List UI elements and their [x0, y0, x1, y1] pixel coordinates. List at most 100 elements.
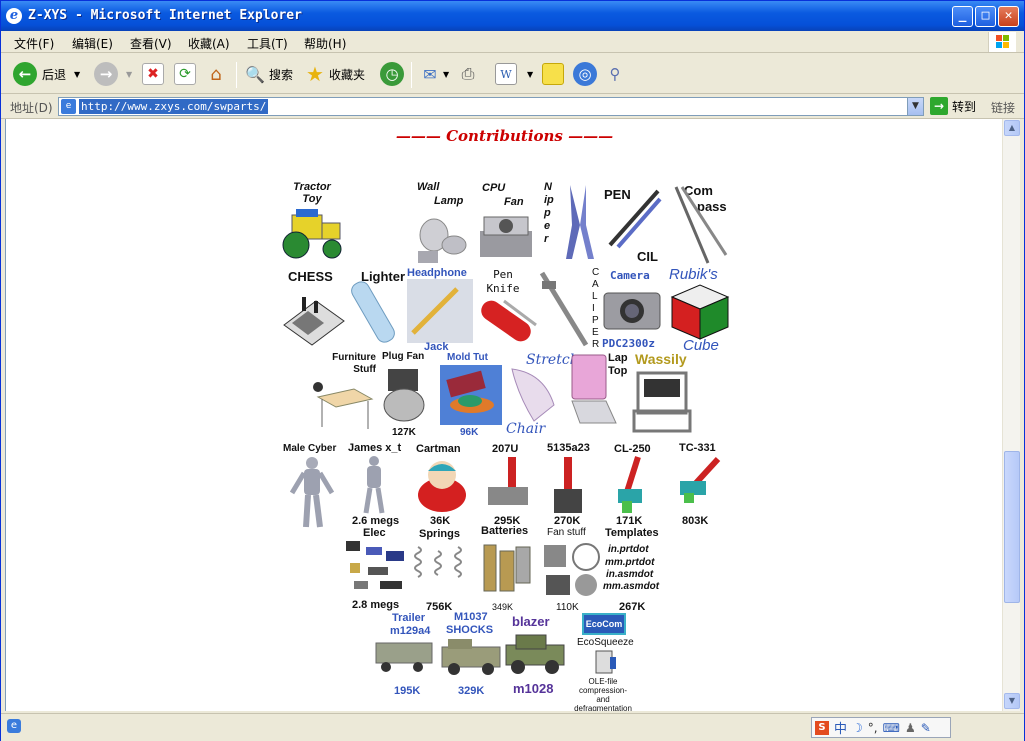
chess-label: CHESS	[288, 269, 333, 284]
history-icon: ◷	[380, 62, 404, 86]
ime-toolbar[interactable]: S 中 ☽ °, ⌨ ♟ ✎	[811, 717, 951, 738]
cube-label: Cube	[683, 337, 719, 354]
scroll-up-icon[interactable]: ▲	[1004, 120, 1020, 136]
links-button[interactable]: 链接	[991, 99, 1015, 116]
research-button[interactable]: ⚲	[604, 61, 626, 87]
search-button[interactable]: 🔍 搜索	[244, 61, 293, 87]
menu-file[interactable]: 文件(F)	[14, 35, 54, 52]
trailer-image	[375, 642, 433, 672]
close-button[interactable]: ✕	[998, 6, 1019, 27]
menu-favorites[interactable]: 收藏(A)	[188, 35, 230, 52]
history-button[interactable]: ◷	[380, 61, 404, 87]
go-arrow-icon: →	[930, 97, 948, 115]
mail-dropdown-icon[interactable]: ▼	[443, 70, 449, 79]
forward-dropdown-icon[interactable]: ▼	[126, 70, 132, 79]
mail-button[interactable]: ✉ ▼	[419, 61, 449, 87]
page-icon: e	[61, 99, 76, 114]
forward-button[interactable]: → ▼	[94, 61, 132, 87]
rubiks-label: Rubik's	[669, 266, 718, 283]
note-icon	[542, 63, 564, 85]
m1028-label: m1028	[513, 681, 554, 696]
menu-edit[interactable]: 编辑(E)	[72, 35, 113, 52]
maximize-button[interactable]: □	[975, 6, 996, 27]
male-cyber-label: Male Cyber	[283, 443, 337, 454]
207u-image	[488, 457, 528, 505]
james-size: 2.6 megs	[352, 515, 400, 527]
5135a23-image	[554, 457, 582, 513]
headphone-label: Headphone	[407, 267, 467, 279]
fan-stuff-label: Fan stuff	[547, 527, 586, 538]
mold-tut-label: Mold Tut	[447, 352, 488, 363]
title-bar[interactable]: e Z-XYS - Microsoft Internet Explorer _ …	[1, 1, 1024, 31]
address-dropdown-icon[interactable]: ▼	[907, 98, 923, 115]
punctuation-icon[interactable]: °,	[868, 721, 878, 735]
back-label: 后退	[42, 67, 67, 82]
wrench-icon[interactable]: ✎	[921, 721, 931, 735]
templates-label: Templates	[605, 527, 659, 539]
m1037-size: 329K	[458, 685, 485, 697]
address-url[interactable]: http://www.zxys.com/swparts/	[79, 99, 269, 114]
refresh-button[interactable]: ⟳	[174, 61, 196, 87]
page-heading: ——— Contributions ———	[395, 127, 614, 145]
template-in-prtdot[interactable]: in.prtdot	[608, 544, 649, 555]
windows-logo	[988, 32, 1016, 52]
batteries-label: Batteries	[481, 525, 529, 535]
furniture-image	[313, 382, 374, 429]
go-label: 转到	[952, 99, 977, 114]
favorites-button[interactable]: ★ 收藏夹	[304, 61, 365, 87]
messenger-button[interactable]: ◎	[573, 61, 597, 87]
vertical-scrollbar[interactable]: ▲ ▼	[1002, 119, 1020, 711]
edit-button[interactable]: W ▼	[495, 61, 533, 87]
toolbar-separator	[236, 62, 237, 88]
minimize-button[interactable]: _	[952, 6, 973, 27]
fan-stuff-size: 110K	[556, 602, 579, 613]
menu-tools[interactable]: 工具(T)	[247, 35, 288, 52]
edit-dropdown-icon[interactable]: ▼	[527, 70, 533, 79]
m1037-image	[441, 639, 501, 675]
refresh-icon: ⟳	[174, 63, 196, 85]
ecocom-logo: EcoCom	[582, 613, 626, 635]
template-mm-asmdot[interactable]: mm.asmdot	[603, 581, 659, 592]
tractor-image	[282, 209, 342, 259]
template-in-asmdot[interactable]: in.asmdot	[606, 569, 653, 580]
research-icon: ⚲	[609, 65, 621, 83]
ie-window: e Z-XYS - Microsoft Internet Explorer _ …	[0, 0, 1025, 741]
back-dropdown-icon[interactable]: ▼	[74, 70, 80, 79]
address-input[interactable]: e http://www.zxys.com/swparts/ ▼	[58, 97, 924, 116]
page-content: ——— Contributions ——— Tractor Toy Wall L…	[5, 119, 1002, 711]
chess-image	[283, 297, 345, 346]
scroll-down-icon[interactable]: ▼	[1004, 693, 1020, 709]
cpu-fan-image	[480, 216, 532, 257]
scroll-thumb[interactable]	[1004, 451, 1020, 603]
stop-button[interactable]: ✖	[142, 61, 164, 87]
fan-label: Fan	[504, 196, 524, 208]
furniture-label: Furniture Stuff	[332, 352, 376, 375]
standard-toolbar: ← 后退 ▼ → ▼ ✖ ⟳ ⌂ 🔍 搜索 ★ 收藏夹 ◷ ✉ ▼ ⎙ W ▼ …	[1, 54, 1024, 94]
keyboard-icon[interactable]: ⌨	[883, 721, 900, 735]
trailer-size: 195K	[394, 685, 421, 697]
cartman-label: Cartman	[416, 443, 461, 455]
discuss-button[interactable]	[542, 61, 564, 87]
moon-icon[interactable]: ☽	[852, 721, 863, 735]
camera-image	[603, 292, 661, 330]
elec-image	[346, 541, 404, 589]
rubiks-image	[670, 284, 730, 340]
plug-fan-image	[383, 369, 425, 422]
sogou-icon[interactable]: S	[815, 720, 829, 735]
menu-help[interactable]: 帮助(H)	[304, 35, 346, 52]
springs-size: 756K	[426, 601, 453, 613]
template-mm-prtdot[interactable]: mm.prtdot	[605, 557, 654, 568]
chinese-mode-icon[interactable]: 中	[834, 718, 847, 737]
search-label: 搜索	[269, 67, 294, 82]
user-icon[interactable]: ♟	[905, 721, 916, 735]
print-button[interactable]: ⎙	[457, 61, 479, 87]
home-button[interactable]: ⌂	[205, 61, 227, 87]
back-button[interactable]: ← 后退 ▼	[13, 61, 80, 87]
go-button[interactable]: → 转到	[930, 97, 976, 115]
window-title: Z-XYS - Microsoft Internet Explorer	[28, 8, 302, 23]
mail-icon: ✉	[423, 64, 437, 84]
address-bar: 地址(D) e http://www.zxys.com/swparts/ ▼ →…	[1, 95, 1024, 119]
menu-view[interactable]: 查看(V)	[130, 35, 172, 52]
star-icon: ★	[306, 62, 324, 86]
home-icon: ⌂	[210, 63, 222, 85]
